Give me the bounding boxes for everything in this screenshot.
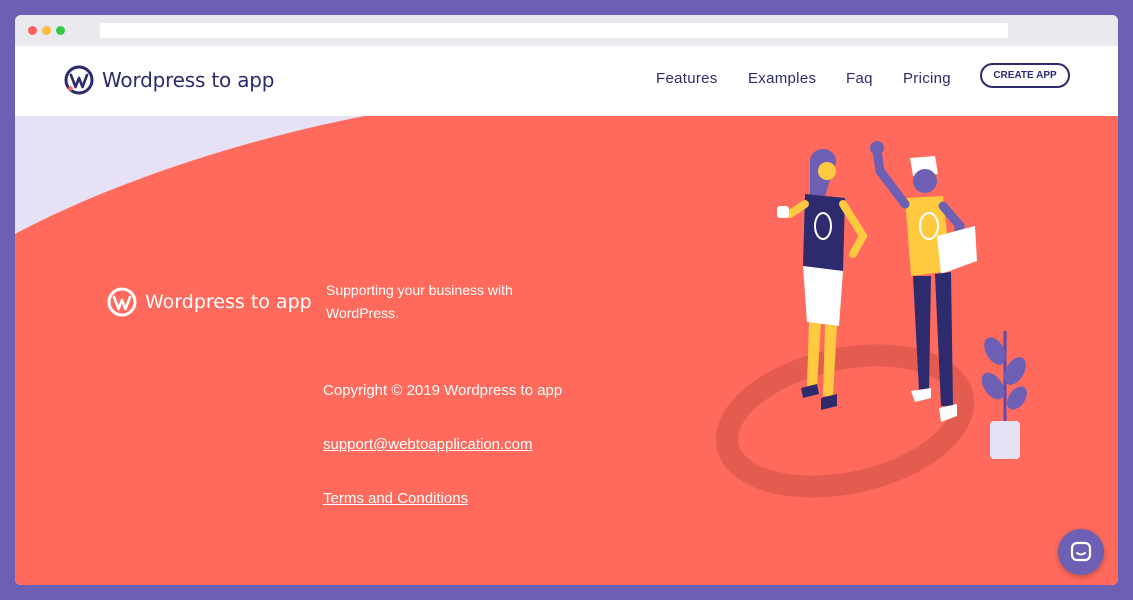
header-brand-name: Wordpress to app <box>102 68 275 92</box>
site-footer: Wordpress to app Supporting your busines… <box>15 116 1118 585</box>
nav-pricing[interactable]: Pricing <box>903 70 951 87</box>
header-logo[interactable]: Wordpress to app <box>64 65 274 95</box>
nav-examples[interactable]: Examples <box>748 70 816 87</box>
footer-tagline: Supporting your business with WordPress. <box>326 282 513 321</box>
browser-chrome <box>15 15 1118 46</box>
footer-logo[interactable]: Wordpress to app <box>107 287 312 317</box>
nav-faq[interactable]: Faq <box>846 70 873 87</box>
site-header: Wordpress to app Features Examples Faq P… <box>15 46 1118 116</box>
copyright-text: Copyright © 2019 Wordpress to app <box>323 382 563 399</box>
nav-features[interactable]: Features <box>656 70 718 87</box>
wordpress-logo-icon <box>64 65 94 95</box>
team-illustration <box>715 141 1027 498</box>
address-bar[interactable] <box>100 23 1008 38</box>
browser-window: Wordpress to app Features Examples Faq P… <box>15 15 1118 585</box>
minimize-window-button[interactable] <box>42 26 51 35</box>
support-email-link[interactable]: support@webtoapplication.com <box>323 436 533 453</box>
chat-icon <box>1070 541 1092 562</box>
footer-brand-name: Wordpress to app <box>145 291 312 313</box>
terms-link[interactable]: Terms and Conditions <box>323 490 468 507</box>
create-app-button[interactable]: CREATE APP <box>980 63 1070 88</box>
wordpress-logo-icon <box>107 287 137 317</box>
maximize-window-button[interactable] <box>56 26 65 35</box>
chat-launcher-button[interactable] <box>1058 529 1104 575</box>
close-window-button[interactable] <box>28 26 37 35</box>
